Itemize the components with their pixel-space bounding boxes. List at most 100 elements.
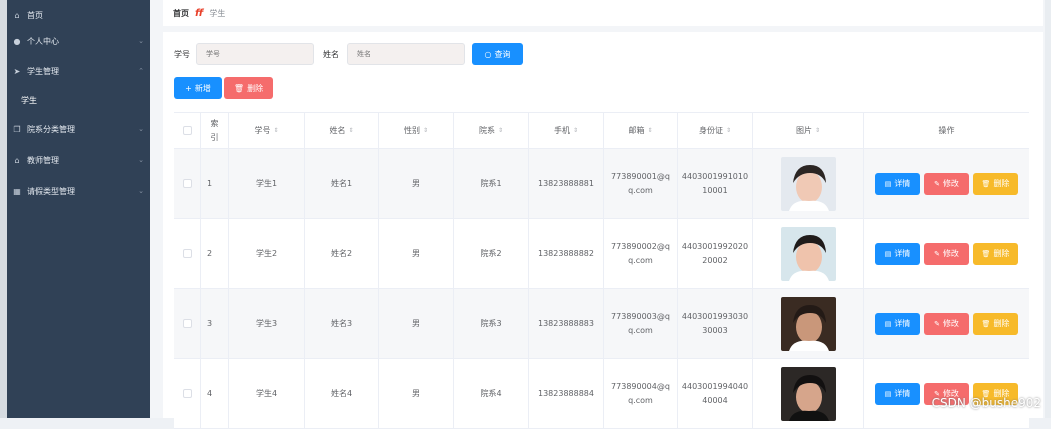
cell-phone: 13823888882	[529, 219, 604, 288]
cell-department: 院系1	[454, 149, 529, 218]
cell-id-card: 4403001992020 20002	[678, 219, 753, 288]
sidebar-item-label: 请假类型管理	[27, 186, 75, 196]
header-label: 姓名	[329, 125, 346, 135]
edit-button[interactable]: ✎ 修改	[924, 172, 969, 195]
plus-icon: +	[185, 83, 192, 93]
pencil-icon: ✎	[934, 249, 940, 258]
header-label: 图片	[795, 125, 812, 135]
header-department[interactable]: 院系 ⇕	[454, 113, 529, 148]
search-icon: ○	[484, 49, 492, 59]
sidebar-item-label: 首页	[27, 10, 43, 20]
row-checkbox[interactable]	[182, 249, 192, 258]
details-button[interactable]: ▤ 详情	[875, 382, 920, 405]
cell-student-id: 学生3	[229, 289, 305, 358]
select-all-checkbox[interactable]	[182, 126, 192, 135]
row-select-cell	[174, 289, 201, 358]
trash-icon: 🗑	[981, 319, 991, 328]
details-button[interactable]: ▤ 详情	[875, 312, 920, 335]
table-row: 3 学生3 姓名3 男院系3 13823888883 773890003@q q.com 4…	[174, 289, 1029, 359]
delete-button[interactable]: 🗑 删除	[973, 172, 1018, 195]
app-window: ⌂ 首页 ● 个人中心 ⌄ ➤ 学生管理 ⌃ 学生 ❐ 院系分类管理 ⌄ ⌂ 教…	[0, 0, 1051, 429]
sidebar-item-label: 个人中心	[27, 36, 59, 46]
cell-phone: 13823888883	[529, 289, 604, 358]
cell-photo	[753, 289, 864, 358]
bulk-delete-button-label: 删除	[247, 83, 264, 93]
sidebar-item-student-management[interactable]: ➤ 学生管理 ⌃	[7, 56, 150, 86]
user-icon: ●	[13, 36, 21, 46]
details-button-label: 详情	[894, 388, 911, 398]
name-input[interactable]	[347, 43, 465, 65]
breadcrumb: 首页 ff 学生	[163, 0, 1043, 26]
table-row: 2 学生2 姓名2 男院系2 13823888882 773890002@q q.com 4…	[174, 219, 1029, 289]
details-button[interactable]: ▤ 详情	[875, 242, 920, 265]
sidebar-item-label: 教师管理	[27, 155, 59, 165]
query-button[interactable]: ○ 查询	[472, 43, 523, 65]
header-student-id[interactable]: 学号 ⇕	[229, 113, 305, 148]
query-button-label: 查询	[494, 49, 511, 59]
sidebar-item-label: 学生管理	[27, 66, 59, 76]
sidebar-item-label: 学生	[21, 95, 37, 105]
row-checkbox[interactable]	[182, 389, 192, 398]
sidebar-item-personal-center[interactable]: ● 个人中心 ⌄	[7, 26, 150, 56]
sidebar-item-student[interactable]: 学生	[7, 85, 150, 115]
bulk-delete-button[interactable]: 🗑 删除	[224, 77, 273, 99]
student-photo[interactable]	[781, 156, 836, 211]
header-email[interactable]: 邮箱 ⇕	[604, 113, 678, 148]
breadcrumb-home[interactable]: 首页	[173, 8, 189, 19]
student-photo[interactable]	[781, 226, 836, 281]
header-photo[interactable]: 图片 ⇕	[753, 113, 864, 148]
header-name[interactable]: 姓名 ⇕	[305, 113, 379, 148]
cell-gender: 男	[379, 219, 454, 288]
row-checkbox[interactable]	[182, 179, 192, 188]
student-id-input[interactable]	[196, 43, 314, 65]
edit-button-label: 修改	[942, 178, 959, 188]
row-checkbox[interactable]	[182, 319, 192, 328]
add-button[interactable]: + 新增	[174, 77, 222, 99]
sort-icon: ⇕	[647, 126, 653, 134]
chevron-down-icon: ⌄	[138, 37, 144, 45]
header-label: 性别	[403, 125, 420, 135]
cell-department: 院系2	[454, 219, 529, 288]
cell-photo	[753, 149, 864, 218]
student-photo[interactable]	[781, 296, 836, 351]
cell-operations: ▤ 详情 ✎ 修改 🗑 删除	[864, 219, 1029, 288]
sidebar-item-label: 院系分类管理	[27, 124, 75, 134]
sidebar-item-leave-type-management[interactable]: ▦ 请假类型管理 ⌄	[7, 176, 150, 206]
cell-index: 3	[201, 289, 229, 358]
student-list-panel: 学号 姓名 ○ 查询 + 新增 🗑 删除 索 引	[163, 32, 1043, 429]
cell-operations: ▤ 详情 ✎ 修改 🗑 删除	[864, 149, 1029, 218]
sidebar-item-department-category[interactable]: ❐ 院系分类管理 ⌄	[7, 114, 150, 144]
header-id-card[interactable]: 身份证 ⇕	[678, 113, 753, 148]
pencil-icon: ✎	[934, 179, 940, 188]
cell-gender: 男	[379, 289, 454, 358]
copy-icon: ❐	[13, 124, 21, 134]
header-label: 院系	[478, 125, 495, 135]
student-photo[interactable]	[781, 366, 836, 421]
sidebar-item-teacher-management[interactable]: ⌂ 教师管理 ⌄	[7, 145, 150, 175]
edit-button[interactable]: ✎ 修改	[924, 242, 969, 265]
delete-button-label: 删除	[993, 178, 1010, 188]
delete-button[interactable]: 🗑 删除	[973, 312, 1018, 335]
delete-button-label: 删除	[993, 318, 1010, 328]
cell-id-card: 4403001991010 10001	[678, 149, 753, 218]
chevron-up-icon: ⌃	[138, 67, 144, 75]
window-edge	[0, 0, 7, 418]
breadcrumb-current: 学生	[209, 8, 226, 18]
sort-icon: ⇕	[572, 126, 579, 134]
edit-button[interactable]: ✎ 修改	[924, 312, 969, 335]
home-icon: ⌂	[14, 10, 20, 20]
header-gender[interactable]: 性别 ⇕	[379, 113, 454, 148]
document-icon: ▤	[884, 249, 892, 258]
cell-student-id: 学生2	[229, 219, 305, 288]
delete-button[interactable]: 🗑 删除	[973, 242, 1018, 265]
table-row: 1 学生1 姓名1 男院系1 13823888881 773890001@q q.com 4…	[174, 149, 1029, 219]
chevron-down-icon: ⌄	[138, 156, 144, 164]
cell-phone: 13823888881	[529, 149, 604, 218]
breadcrumb-separator: ff	[195, 7, 204, 19]
cell-index: 1	[201, 149, 229, 218]
cell-email: 773890003@q q.com	[604, 289, 678, 358]
header-phone[interactable]: 手机 ⇕	[529, 113, 604, 148]
details-button[interactable]: ▤ 详情	[875, 172, 920, 195]
row-select-cell	[174, 149, 201, 218]
cell-email: 773890001@q q.com	[604, 149, 678, 218]
